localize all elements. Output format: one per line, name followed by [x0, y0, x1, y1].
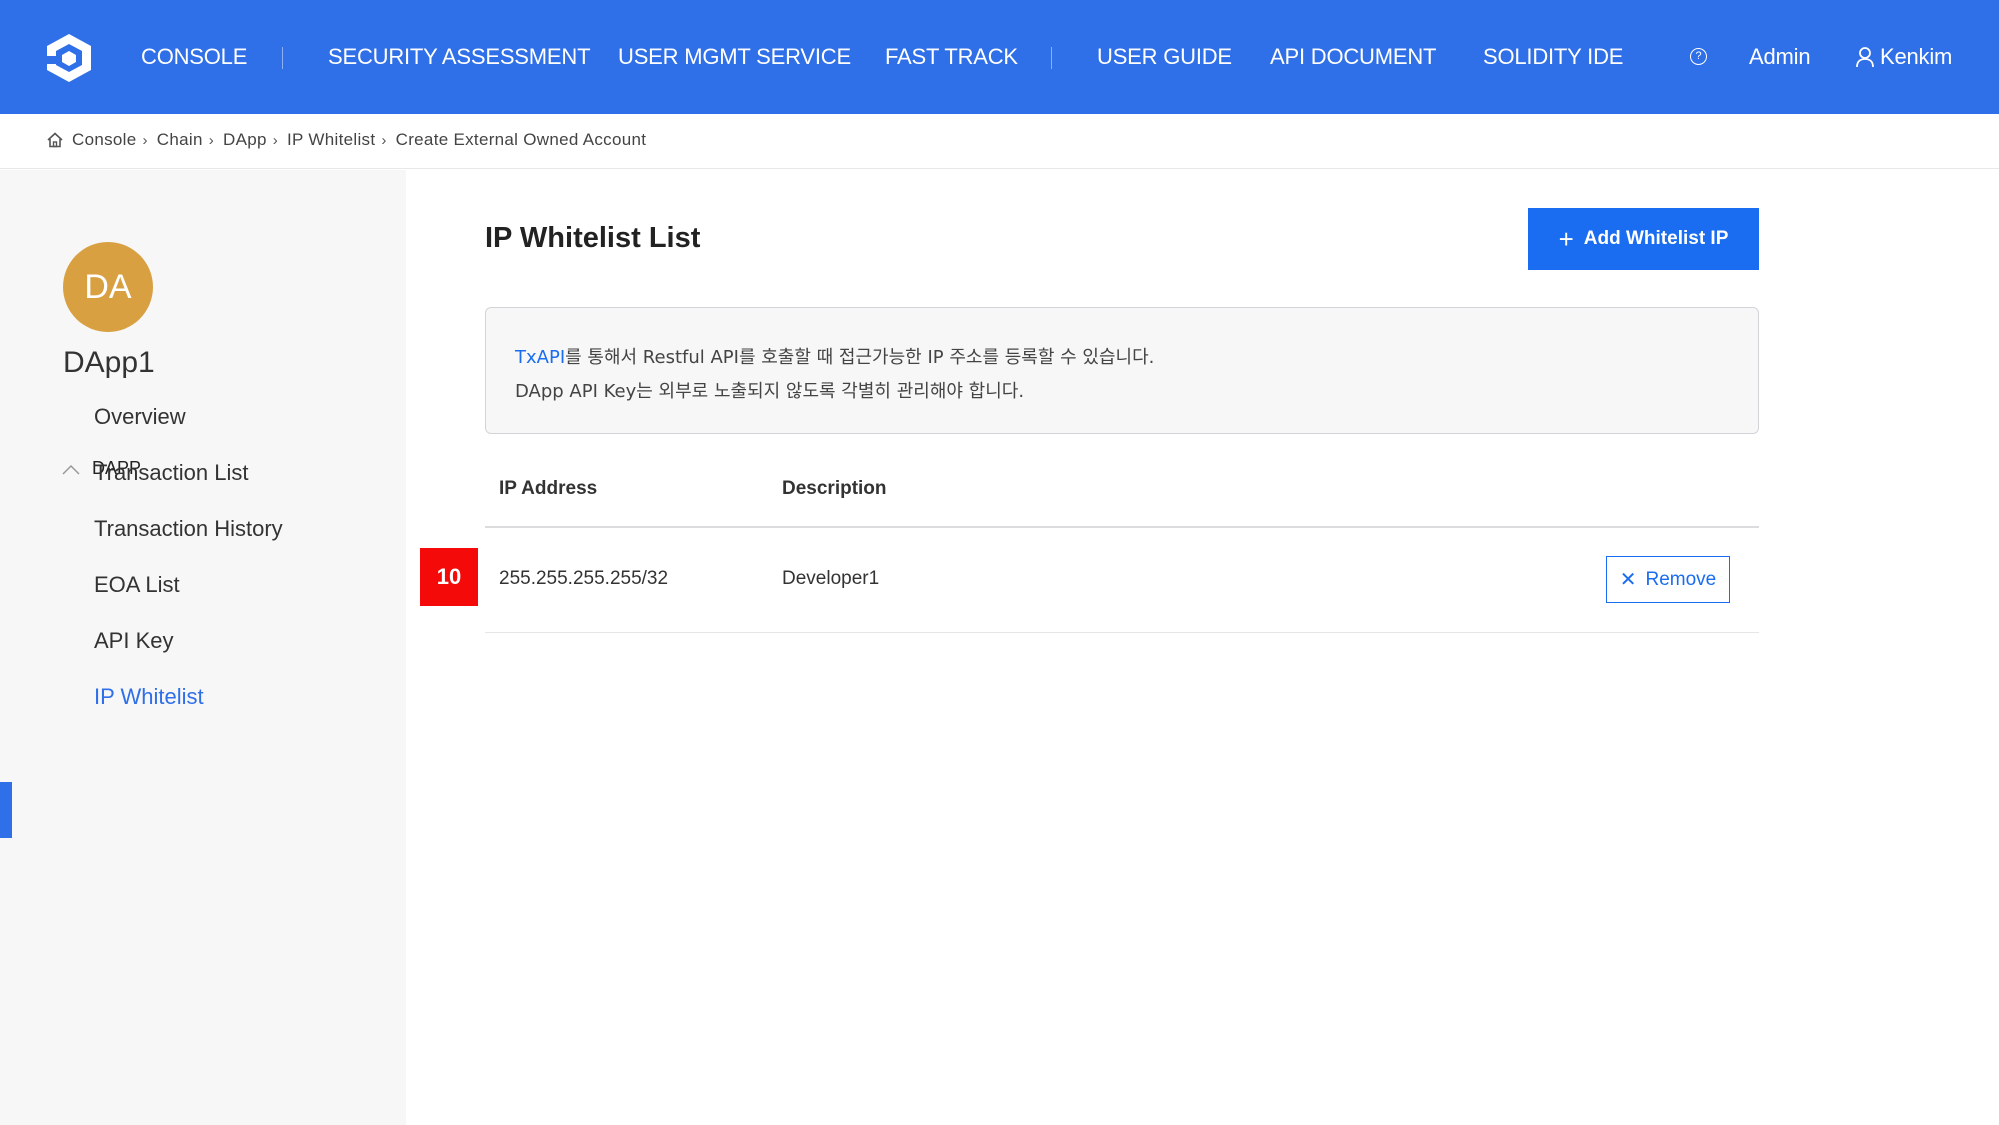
user-icon — [1856, 47, 1874, 68]
dapp-name: DApp1 — [63, 346, 155, 379]
page-title: IP Whitelist List — [485, 222, 701, 254]
chevron-right-icon: › — [142, 131, 148, 149]
brand-logo-icon[interactable] — [44, 32, 94, 84]
sidebar-item-api-key[interactable]: API Key — [94, 628, 173, 654]
nav-divider — [1051, 47, 1052, 69]
breadcrumb-bar: Console › Chain › DApp › IP Whitelist › … — [0, 114, 1999, 169]
add-whitelist-ip-button[interactable]: + Add Whitelist IP — [1528, 208, 1759, 270]
table-header-divider — [485, 526, 1759, 528]
sidebar-active-indicator — [0, 782, 12, 838]
breadcrumb: Console › Chain › DApp › IP Whitelist › … — [46, 130, 650, 150]
sidebar-item-overview[interactable]: Overview — [94, 404, 186, 430]
close-icon: ✕ — [1619, 568, 1637, 591]
nav-solidity-ide[interactable]: SOLIDITY IDE — [1483, 0, 1623, 114]
breadcrumb-dapp[interactable]: DApp — [223, 130, 267, 150]
sidebar-item-transaction-history[interactable]: Transaction History — [94, 516, 283, 542]
plus-icon: + — [1558, 224, 1574, 254]
nav-api-document[interactable]: API DOCUMENT — [1270, 0, 1436, 114]
home-icon[interactable] — [46, 131, 64, 149]
sidebar-item-eoa-list[interactable]: EOA List — [94, 572, 180, 598]
sidebar: DA DApp1 DAPP Overview Transaction List … — [0, 170, 406, 1125]
nav-divider — [282, 47, 283, 69]
table-row-divider — [485, 632, 1759, 633]
column-header-ip-address: IP Address — [499, 478, 598, 499]
help-icon[interactable]: ? — [1690, 48, 1707, 65]
nav-security-assessment[interactable]: SECURITY ASSESSMENT — [328, 0, 591, 114]
top-nav: CONSOLE SECURITY ASSESSMENT USER MGMT SE… — [0, 0, 1999, 114]
add-whitelist-ip-label: Add Whitelist IP — [1583, 228, 1729, 249]
remove-button[interactable]: ✕ Remove — [1606, 556, 1730, 603]
info-line-1: TxAPI를 통해서 Restful API를 호출할 때 접근가능한 IP 주… — [515, 341, 1729, 375]
chevron-right-icon: › — [272, 131, 279, 149]
nav-user-guide[interactable]: USER GUIDE — [1097, 0, 1232, 114]
info-line-2: DApp API Key는 외부로 노출되지 않도록 각별히 관리해야 합니다. — [515, 381, 1025, 402]
nav-admin[interactable]: Admin — [1749, 0, 1811, 114]
sidebar-item-ip-whitelist[interactable]: IP Whitelist — [94, 684, 204, 710]
step-badge: 10 — [420, 548, 478, 606]
remove-label: Remove — [1645, 568, 1717, 590]
nav-fast-track[interactable]: FAST TRACK — [885, 0, 1018, 114]
table-cell-ip: 255.255.255.255/32 — [499, 568, 669, 589]
avatar: DA — [63, 242, 153, 332]
chevron-up-icon — [62, 464, 80, 475]
nav-user-kenkim[interactable]: Kenkim — [1880, 0, 1952, 114]
sidebar-item-transaction-list[interactable]: Transaction List — [94, 460, 248, 486]
breadcrumb-ip-whitelist[interactable]: IP Whitelist — [287, 130, 375, 150]
chevron-right-icon: › — [208, 131, 214, 149]
info-text-1: 를 통해서 Restful API를 호출할 때 접근가능한 IP 주소를 등록… — [565, 347, 1155, 368]
info-box: TxAPI를 통해서 Restful API를 호출할 때 접근가능한 IP 주… — [485, 307, 1759, 434]
chevron-right-icon: › — [381, 131, 387, 149]
column-header-description: Description — [782, 478, 887, 499]
breadcrumb-console[interactable]: Console — [72, 130, 136, 150]
nav-console[interactable]: CONSOLE — [141, 0, 247, 114]
txapi-link[interactable]: TxAPI — [515, 347, 565, 368]
table-cell-description: Developer1 — [782, 568, 880, 589]
breadcrumb-current: Create External Owned Account — [395, 130, 647, 149]
nav-user-mgmt-service[interactable]: USER MGMT SERVICE — [618, 0, 851, 114]
breadcrumb-chain[interactable]: Chain — [157, 130, 203, 150]
